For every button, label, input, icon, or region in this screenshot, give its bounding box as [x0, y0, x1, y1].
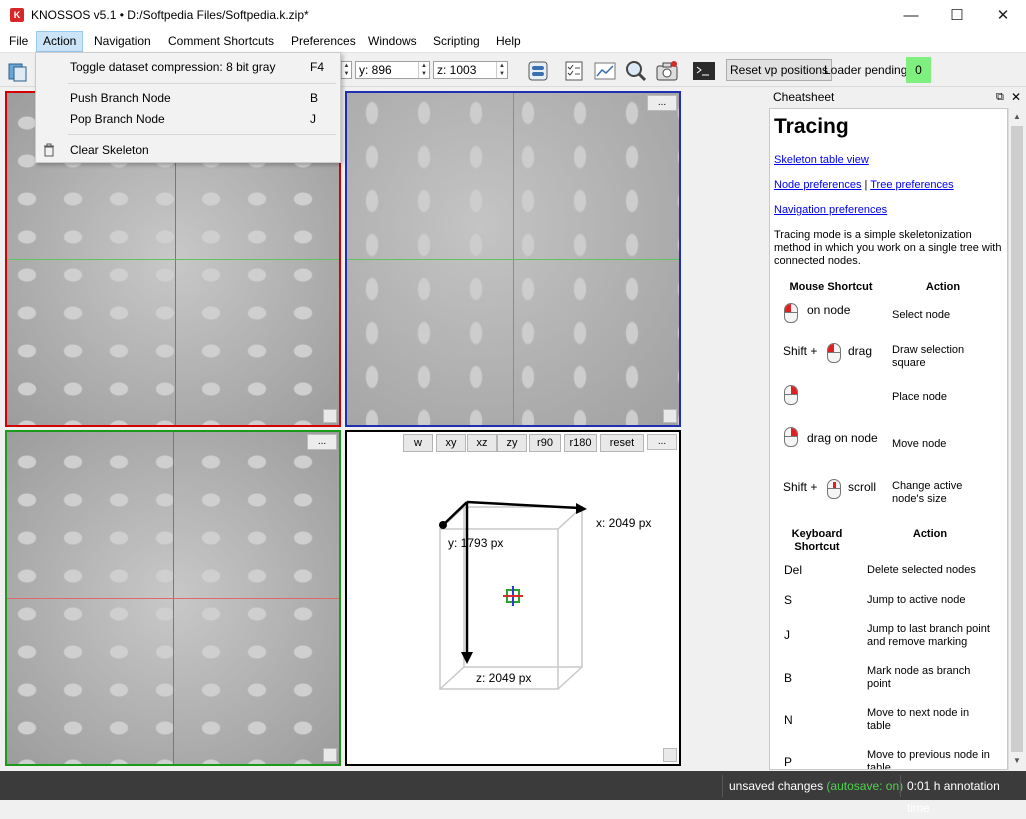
mouse-action: Place node	[892, 391, 948, 403]
resize-grip-icon[interactable]	[323, 748, 337, 762]
menu-bar: File Action Navigation Comment Shortcuts…	[0, 31, 1026, 53]
mouse-modifier: Shift +	[783, 344, 818, 358]
navigation-preferences-link[interactable]: Navigation preferences	[774, 204, 887, 217]
keyboard-action: Move to next node in table	[867, 707, 970, 732]
left-mouse-button-icon	[827, 343, 841, 363]
keyboard-key: S	[784, 593, 793, 607]
pref-links-row: Node preferences | Tree preferences	[774, 179, 954, 192]
window-title: KNOSSOS v5.1 • D:/Softpedia Files/Softpe…	[31, 8, 309, 22]
viewport-3d[interactable]: w xy xz zy r90 r180 reset ... x: 2049 px…	[345, 430, 681, 766]
close-icon[interactable]: ✕	[980, 0, 1026, 31]
tracing-intro: Tracing mode is a simple skeletonization…	[774, 229, 1002, 267]
mouse-action: Select node	[892, 309, 951, 321]
keyboard-key: P	[784, 755, 793, 769]
viewport-settings-icon[interactable]	[525, 58, 549, 82]
menu-file[interactable]: File	[3, 31, 34, 52]
cheatsheet-title: Cheatsheet	[773, 90, 835, 104]
toggle-compression-menu-item[interactable]: Toggle dataset compression: 8 bit gray F…	[36, 57, 340, 77]
right-mouse-button-icon	[784, 385, 798, 405]
resize-grip-icon[interactable]	[663, 409, 677, 423]
mouse-shortcut: drag	[848, 344, 873, 358]
link-separator: |	[864, 179, 868, 191]
mouse-action-header: Action	[925, 281, 961, 293]
mouse-shortcut: scroll	[848, 480, 877, 494]
zoom-icon[interactable]	[623, 58, 647, 82]
x-coordinate-stepper[interactable]: ▲ ▼	[340, 61, 352, 79]
keyboard-action-header: Action	[912, 528, 948, 540]
keyboard-key: B	[784, 671, 793, 685]
graph-icon[interactable]	[592, 58, 616, 82]
float-panel-icon[interactable]: ⧉	[996, 88, 1004, 107]
z-coordinate-field[interactable]: z: 1003 ▲ ▼	[433, 61, 508, 79]
menu-help[interactable]: Help	[490, 31, 527, 52]
mouse-shortcut: on node	[807, 303, 851, 317]
menu-windows[interactable]: Windows	[362, 31, 423, 52]
viewport-menu-button[interactable]: ...	[307, 434, 337, 450]
trash-icon	[43, 143, 55, 163]
y-coordinate-field[interactable]: y: 896 ▲ ▼	[355, 61, 430, 79]
menu-preferences[interactable]: Preferences	[285, 31, 362, 52]
resize-grip-icon[interactable]	[323, 409, 337, 423]
axis-z-label: z: 2049 px	[476, 671, 532, 685]
menu-action[interactable]: Action	[36, 31, 84, 52]
menu-scripting[interactable]: Scripting	[427, 31, 486, 52]
left-mouse-button-icon	[784, 303, 798, 323]
mouse-shortcut-header: Mouse Shortcut	[789, 281, 873, 293]
pop-branch-node-menu-item[interactable]: Pop Branch Node J	[36, 109, 340, 129]
title-bar: K KNOSSOS v5.1 • D:/Softpedia Files/Soft…	[0, 0, 1026, 31]
clear-skeleton-menu-item[interactable]: Clear Skeleton	[36, 140, 340, 160]
maximize-icon[interactable]: ☐	[934, 0, 980, 31]
scroll-down-icon[interactable]: ▼	[1013, 756, 1021, 765]
viewport-xz[interactable]: ...	[5, 430, 341, 766]
tree-preferences-link[interactable]: Tree preferences	[870, 179, 953, 191]
skeleton-table-link[interactable]: Skeleton table view	[774, 154, 869, 167]
loader-pending-label: Loader pending:	[824, 63, 911, 77]
close-panel-icon[interactable]: ✕	[1011, 88, 1021, 107]
minimize-icon[interactable]: —	[888, 0, 934, 31]
node-preferences-link[interactable]: Node preferences	[774, 179, 861, 191]
scrollbar-thumb[interactable]	[1011, 126, 1023, 752]
mouse-action: Change active node's size	[892, 480, 963, 505]
push-branch-node-menu-item[interactable]: Push Branch Node B	[36, 88, 340, 108]
keyboard-action: Move to previous node in table	[867, 749, 990, 770]
mouse-shortcut: drag on node	[807, 431, 878, 445]
resize-grip-icon[interactable]	[663, 748, 677, 762]
cheatsheet-panel: Tracing Skeleton table view Node prefere…	[769, 108, 1008, 770]
mouse-action: Move node	[892, 438, 947, 450]
middle-mouse-scroll-icon	[827, 479, 841, 499]
keyboard-action: Jump to last branch point and remove mar…	[867, 623, 990, 648]
axis-x-label: x: 2049 px	[596, 516, 652, 530]
keyboard-action: Mark node as branch point	[867, 665, 971, 690]
cheatsheet-titlebar: Cheatsheet ⧉ ✕	[769, 88, 1026, 107]
axis-y-label: y: 1793 px	[448, 536, 504, 550]
menu-navigation[interactable]: Navigation	[88, 31, 157, 52]
open-file-icon[interactable]	[5, 58, 29, 82]
keyboard-shortcut-header: Keyboard Shortcut	[791, 528, 843, 553]
keyboard-action: Jump to active node	[867, 594, 966, 606]
viewport-zy[interactable]: ...	[345, 91, 681, 427]
unsaved-changes-status: unsaved changes (autosave: on)	[722, 775, 909, 797]
keyboard-key: J	[784, 628, 790, 642]
task-checklist-icon[interactable]	[561, 58, 585, 82]
reset-vp-positions-button[interactable]: Reset vp positions	[726, 59, 833, 81]
loader-pending-count: 0	[906, 57, 931, 83]
mouse-modifier: Shift +	[783, 480, 818, 494]
keyboard-action: Delete selected nodes	[867, 564, 976, 576]
autosave-status: (autosave: on)	[826, 779, 904, 793]
action-menu-dropdown: Toggle dataset compression: 8 bit gray F…	[35, 52, 341, 163]
viewport-menu-button[interactable]: ...	[647, 95, 677, 111]
menu-comment-shortcuts[interactable]: Comment Shortcuts	[162, 31, 280, 52]
dataset-bounding-box	[439, 500, 587, 690]
python-terminal-icon[interactable]	[691, 58, 715, 82]
snapshot-camera-icon[interactable]	[654, 58, 678, 82]
annotation-time-status: 0:01 h annotation time	[900, 775, 1026, 815]
cheatsheet-heading: Tracing	[774, 115, 849, 138]
cheatsheet-scrollbar[interactable]: ▲ ▼	[1008, 108, 1025, 770]
knossos-app-icon: K	[10, 8, 24, 22]
scroll-up-icon[interactable]: ▲	[1013, 112, 1021, 121]
keyboard-key: N	[784, 713, 793, 727]
keyboard-key: Del	[784, 563, 803, 577]
mouse-action: Draw selection square	[892, 344, 965, 369]
